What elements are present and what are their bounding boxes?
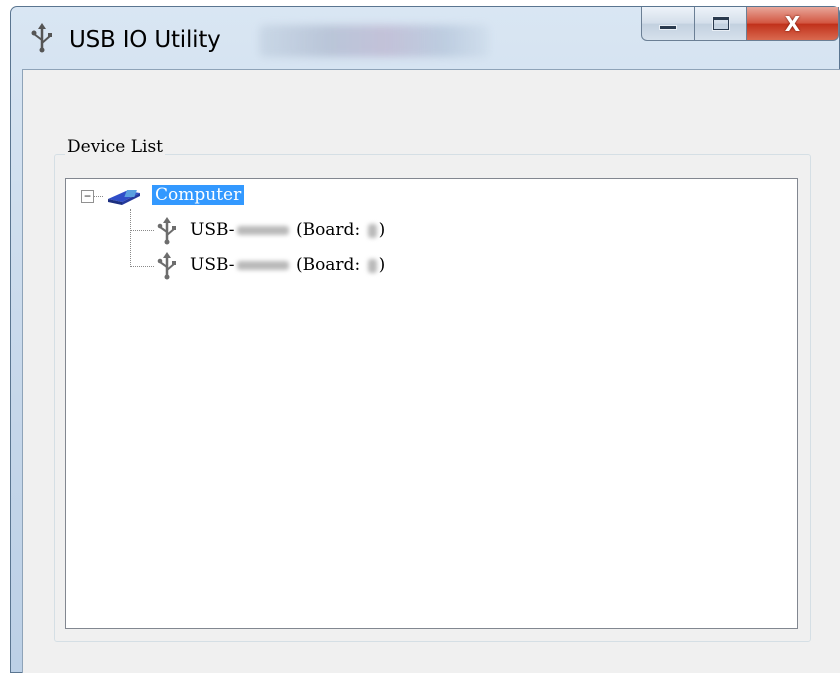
- device-list-label: Device List: [65, 137, 165, 157]
- board-suffix: ): [378, 220, 386, 240]
- tree-connector-child-1: [130, 230, 154, 231]
- minimize-icon: [659, 25, 677, 30]
- board-prefix: (Board:: [295, 255, 366, 275]
- device-prefix: USB-: [190, 255, 235, 275]
- redacted-device-id: [236, 261, 289, 270]
- caption-buttons: X: [641, 7, 839, 41]
- redacted-board-number: [367, 223, 377, 238]
- title-bar[interactable]: USB IO Utility X: [11, 7, 839, 69]
- redacted-device-id: [236, 226, 289, 235]
- computer-icon: [104, 187, 144, 212]
- redacted-board-number: [367, 258, 377, 273]
- device-prefix: USB-: [190, 220, 235, 240]
- tree-connector-child-2: [130, 266, 154, 267]
- window-title: USB IO Utility: [69, 27, 221, 53]
- client-area: Device List − Computer USB- (Board:) US…: [22, 69, 840, 673]
- board-prefix: (Board:: [295, 220, 366, 240]
- tree-connector-root: [94, 196, 103, 197]
- app-window: USB IO Utility X Device List − Computer …: [10, 6, 840, 673]
- tree-node-computer[interactable]: Computer: [152, 185, 245, 205]
- maximize-button[interactable]: [695, 7, 747, 41]
- minimize-button[interactable]: [641, 7, 695, 41]
- collapse-toggle[interactable]: −: [81, 190, 94, 203]
- tree-connector-vertical: [130, 209, 131, 267]
- close-button[interactable]: X: [747, 7, 839, 41]
- usb-icon: [156, 252, 178, 285]
- board-suffix: ): [378, 255, 386, 275]
- device-tree[interactable]: − Computer USB- (Board:) USB- (Board:): [65, 178, 798, 629]
- usb-icon: [156, 217, 178, 250]
- tree-node-device-1[interactable]: USB- (Board: ): [190, 220, 385, 240]
- tree-node-device-2[interactable]: USB- (Board: ): [190, 255, 385, 275]
- maximize-icon: [712, 17, 729, 30]
- close-icon: X: [784, 11, 801, 36]
- usb-app-icon: [29, 23, 55, 53]
- redacted-version-text: [259, 25, 489, 57]
